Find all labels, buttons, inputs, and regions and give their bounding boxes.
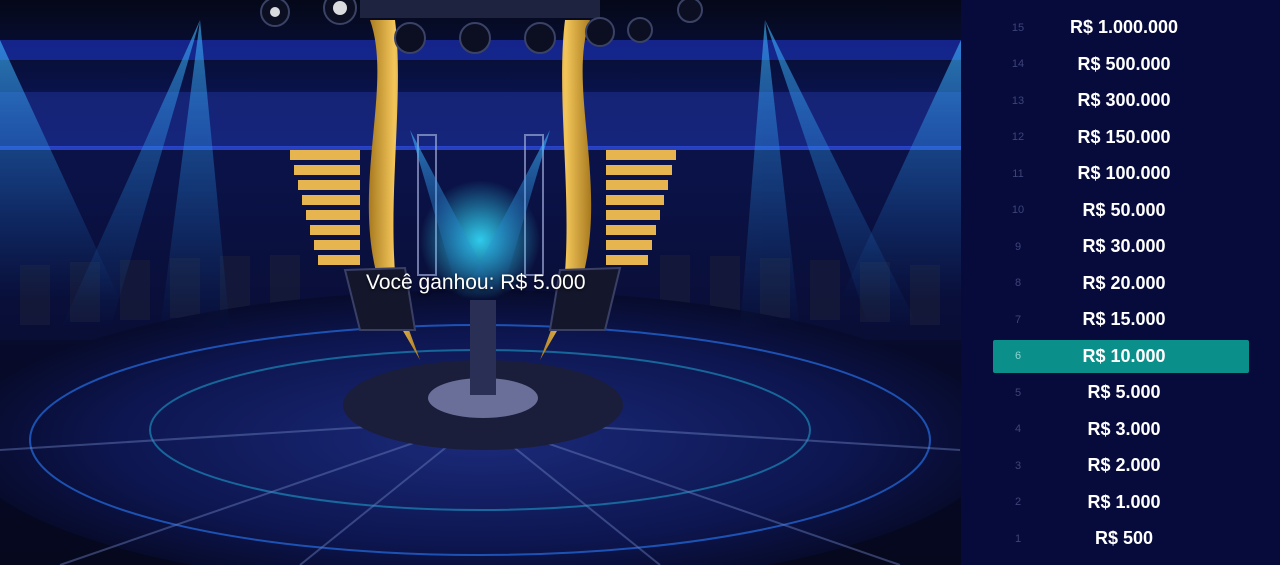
prize-level-amount: R$ 10.000 [1082, 345, 1166, 366]
prize-level-number: 7 [1014, 313, 1022, 326]
prize-level-number: 6 [1014, 350, 1022, 362]
prize-level-number: 10 [1011, 204, 1025, 216]
prize-level-number: 1 [1014, 532, 1022, 545]
prize-level-amount: R$ 20.000 [1082, 272, 1166, 293]
prize-level-amount: R$ 5.000 [1087, 382, 1161, 402]
prize-level-amount: R$ 500 [1094, 528, 1154, 548]
prize-level-12: 12 R$ 150.000 [993, 121, 1249, 154]
prize-level-amount: R$ 1.000 [1087, 491, 1161, 512]
prize-level-number: 12 [1011, 131, 1025, 143]
prize-level-14: 14 R$ 500.000 [993, 48, 1249, 81]
prize-level-number: 9 [1014, 240, 1022, 253]
game-stage: Você ganhou: R$ 5.000 [0, 0, 961, 565]
prize-level-6: 6 R$ 10.000 [993, 339, 1249, 373]
prize-level-number: 3 [1014, 459, 1022, 472]
prize-ladder: 15 R$ 1.000.000 14 R$ 500.000 13 R$ 300.000 12… [961, 0, 1280, 565]
prize-level-amount: R$ 50.000 [1082, 199, 1166, 220]
prize-level-5: 5 R$ 5.000 [993, 376, 1249, 409]
prize-level-amount: R$ 3.000 [1087, 418, 1161, 439]
prize-level-8: 8 R$ 20.000 [993, 267, 1249, 300]
prize-level-13: 13 R$ 300.000 [993, 84, 1249, 117]
prize-level-amount: R$ 500.000 [1077, 53, 1171, 74]
prize-level-9: 9 R$ 30.000 [993, 230, 1249, 263]
prize-level-amount: R$ 300.000 [1077, 90, 1171, 110]
prize-level-amount: R$ 15.000 [1082, 309, 1166, 329]
prize-level-10: 10 R$ 50.000 [993, 194, 1249, 227]
win-amount-message: Você ganhou: R$ 5.000 [366, 271, 586, 294]
prize-level-number: 14 [1011, 58, 1025, 70]
prize-level-2: 2 R$ 1.000 [993, 486, 1249, 519]
prize-level-number: 11 [1012, 167, 1024, 180]
prize-level-amount: R$ 100.000 [1077, 163, 1171, 183]
prize-level-11: 11 R$ 100.000 [993, 157, 1249, 190]
prize-level-4: 4 R$ 3.000 [993, 413, 1249, 446]
prize-level-number: 8 [1014, 277, 1022, 289]
prize-level-amount: R$ 30.000 [1082, 236, 1166, 256]
prize-level-number: 2 [1014, 496, 1022, 508]
prize-level-amount: R$ 1.000.000 [1069, 17, 1179, 37]
prize-level-7: 7 R$ 15.000 [993, 303, 1249, 336]
prize-level-number: 4 [1014, 423, 1022, 435]
prize-level-3: 3 R$ 2.000 [993, 449, 1249, 482]
prize-level-15: 15 R$ 1.000.000 [993, 11, 1249, 44]
prize-level-number: 13 [1011, 94, 1025, 107]
prize-level-amount: R$ 2.000 [1087, 455, 1161, 475]
prize-level-number: 15 [1011, 21, 1025, 34]
prize-level-amount: R$ 150.000 [1077, 126, 1171, 147]
prize-level-1: 1 R$ 500 [993, 522, 1249, 555]
prize-level-number: 5 [1014, 386, 1022, 399]
